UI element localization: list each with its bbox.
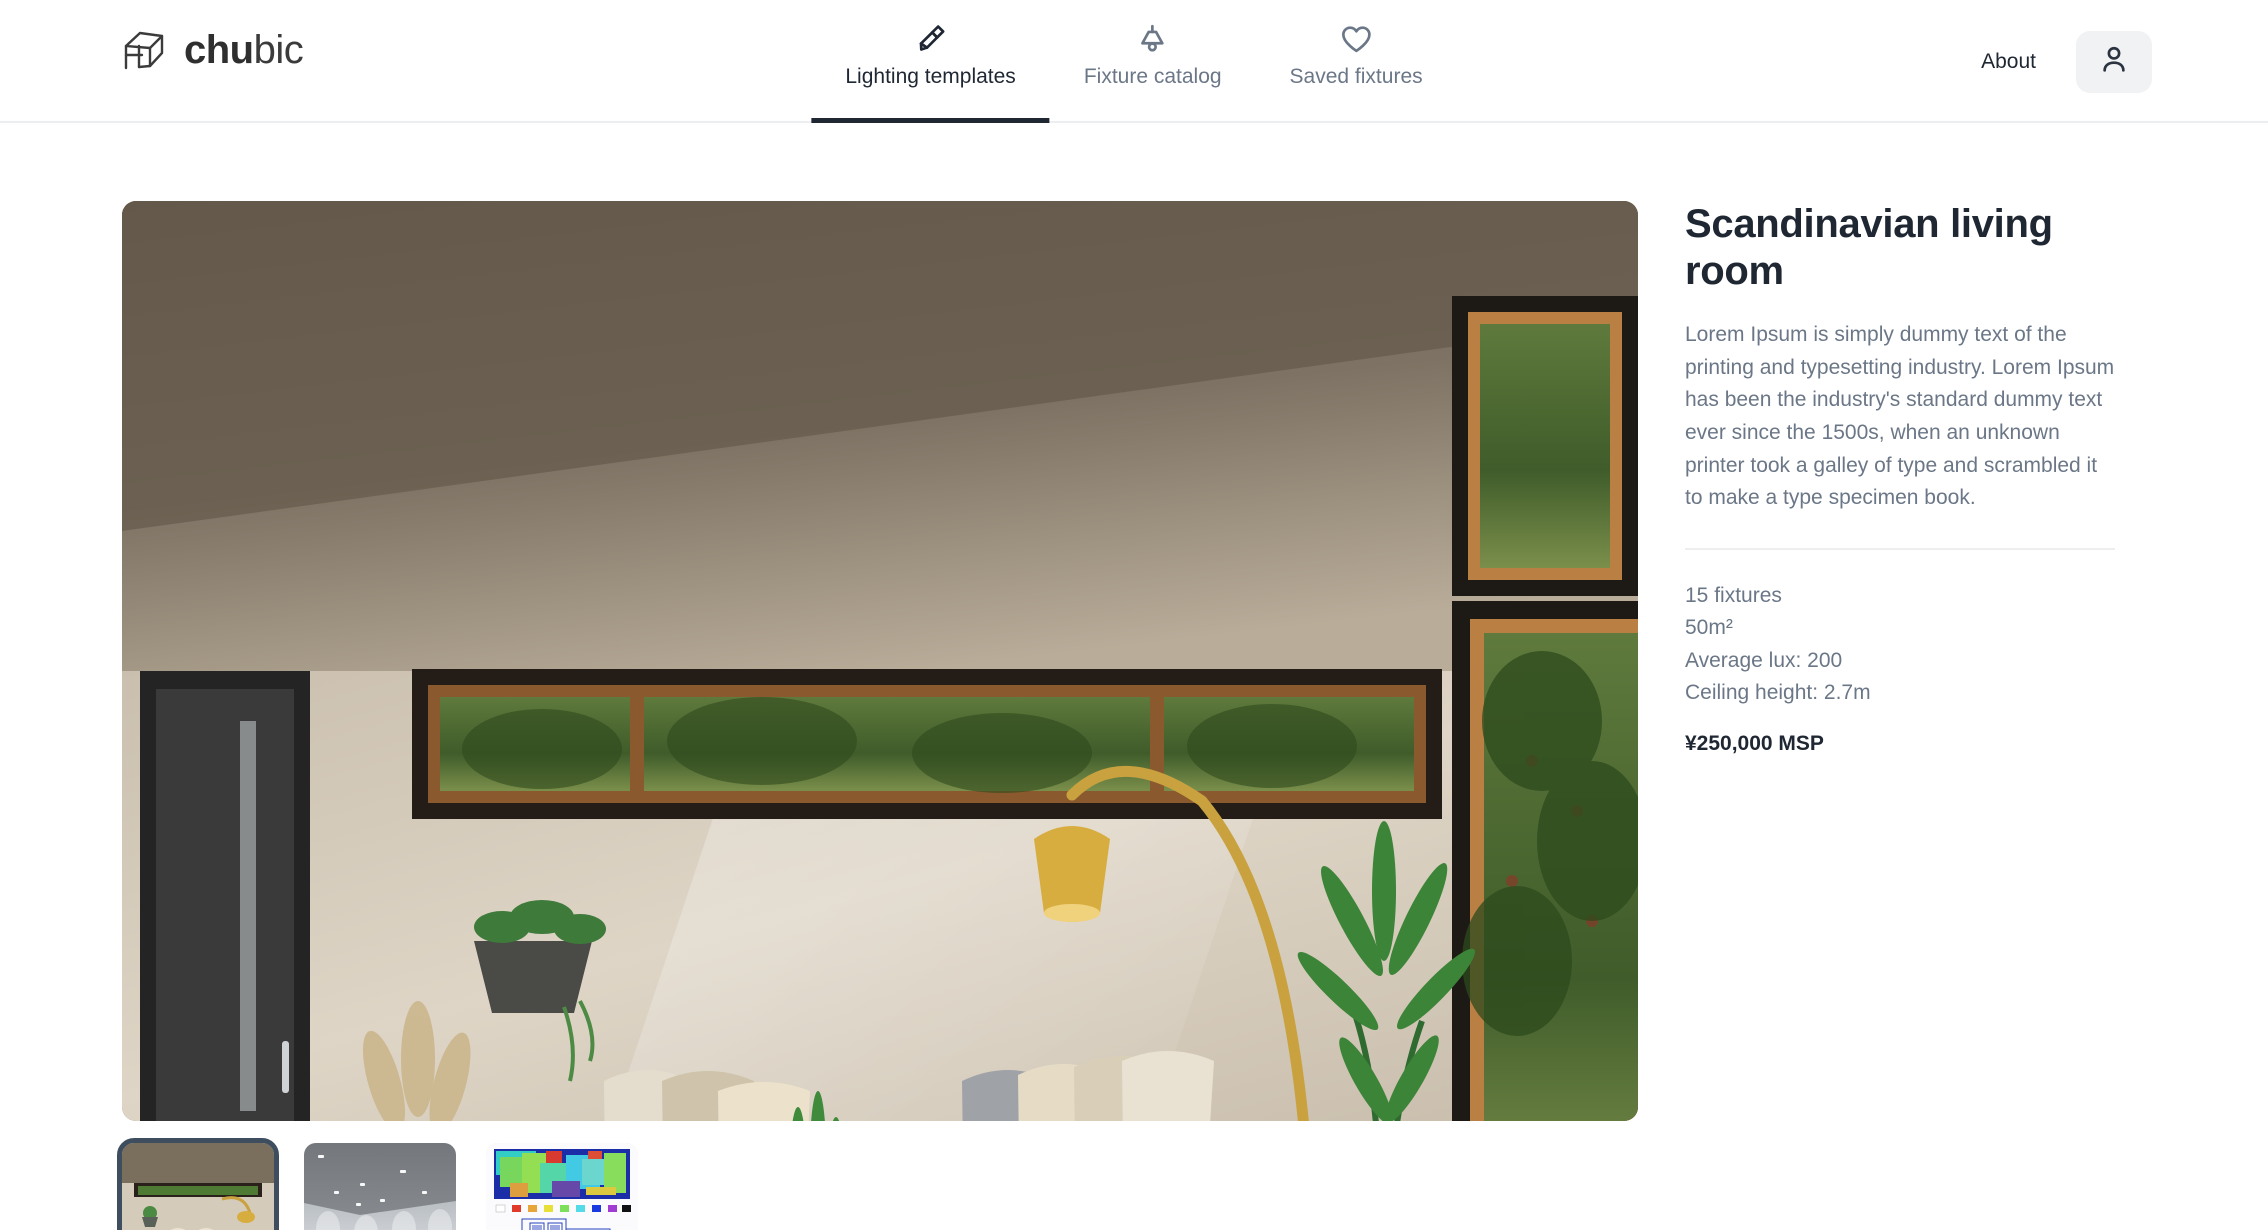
price-label: ¥250,000 MSP	[1685, 731, 1824, 755]
spec-list: 15 fixtures 50m² Average lux: 200 Ceilin…	[1685, 580, 2115, 710]
header-actions: About	[1981, 0, 2152, 123]
main-content: Scandinavian living room Lorem Ipsum is …	[0, 123, 2268, 1230]
room-render-thumbnail[interactable]	[117, 1138, 279, 1230]
tab-lighting-templates[interactable]: Lighting templates	[811, 0, 1050, 123]
tab-saved-fixtures[interactable]: Saved fixtures	[1256, 0, 1457, 123]
tab-label: Lighting templates	[845, 65, 1016, 88]
main-navigation: Lighting templates Fixture catalog Saved…	[811, 0, 1456, 123]
lux-heatmap-floorplan-thumbnail[interactable]	[486, 1143, 638, 1230]
spec-fixture-count: 15 fixtures	[1685, 583, 1782, 607]
tab-label: Fixture catalog	[1083, 65, 1222, 88]
tab-label: Saved fixtures	[1289, 65, 1423, 88]
thumbnail-strip	[117, 1138, 1638, 1230]
isometric-cube-logo-icon	[120, 26, 168, 74]
panel-divider	[1685, 547, 2115, 550]
app-header: chubic Lighting templates Fixture catalo…	[0, 0, 2268, 123]
page-title: Scandinavian living room	[1685, 202, 2053, 294]
user-person-icon	[2097, 42, 2131, 81]
hero-image[interactable]	[122, 201, 1638, 1121]
paintbrush-icon	[914, 22, 948, 56]
spec-ceiling-height: Ceiling height: 2.7m	[1685, 681, 1871, 705]
tab-fixture-catalog[interactable]: Fixture catalog	[1050, 0, 1256, 123]
brand-logo[interactable]: chubic	[120, 26, 304, 74]
ceiling-lamp-icon	[1136, 22, 1170, 56]
brand-name: chubic	[184, 27, 304, 72]
account-button[interactable]	[2076, 30, 2152, 93]
about-link[interactable]: About	[1981, 50, 2036, 74]
ceiling-downlights-thumbnail[interactable]	[304, 1143, 456, 1230]
image-gallery	[117, 201, 1638, 1230]
heart-icon	[1339, 22, 1373, 56]
template-description: Lorem Ipsum is simply dummy text of the …	[1685, 323, 2115, 510]
spec-area: 50m²	[1685, 616, 1733, 640]
spec-average-lux: Average lux: 200	[1685, 648, 1843, 672]
template-detail-panel: Scandinavian living room Lorem Ipsum is …	[1685, 201, 2115, 756]
